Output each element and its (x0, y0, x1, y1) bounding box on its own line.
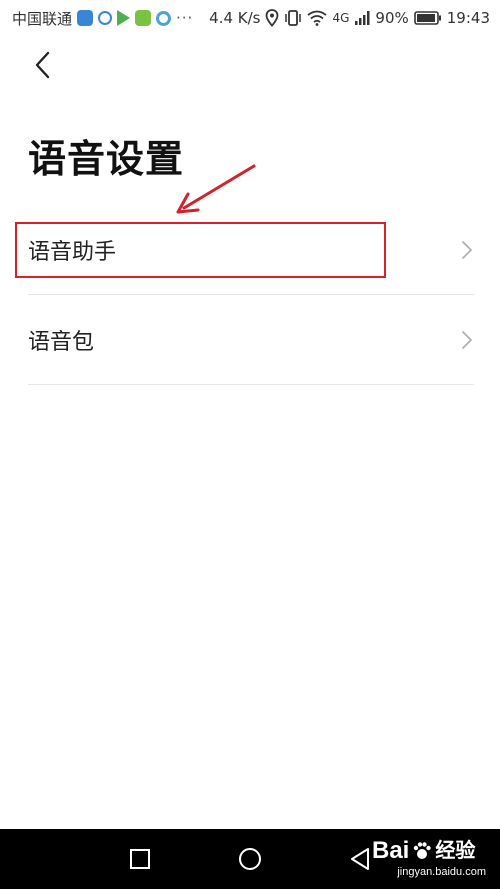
chevron-right-icon (462, 241, 472, 259)
news-app-icon (135, 10, 152, 26)
menu-item-voice-assistant[interactable]: 语音助手 (28, 218, 474, 282)
paw-app-icon (98, 11, 113, 25)
ring-app-icon (156, 10, 172, 26)
divider (28, 384, 474, 385)
back-button[interactable] (26, 48, 60, 82)
status-bar: 中国联通 ··· 4.4 K/s 4G 90% 19:43 (0, 0, 500, 36)
recent-apps-icon[interactable] (126, 845, 154, 873)
watermark-logo: Bai 经验 (372, 838, 492, 864)
more-notifications-icon: ··· (176, 9, 194, 27)
watermark-url: jingyan.baidu.com (397, 866, 486, 878)
home-icon[interactable] (236, 845, 264, 873)
watermark-suffix: 经验 (435, 840, 476, 862)
network-type: 4G (332, 11, 350, 25)
divider (28, 294, 474, 295)
shield-app-icon (77, 10, 94, 26)
status-bar-right: 4.4 K/s 4G 90% 19:43 (209, 9, 490, 27)
battery-percent: 90% (375, 9, 409, 27)
signal-icon (355, 11, 370, 25)
location-icon (266, 9, 279, 27)
status-bar-left: 中国联通 ··· (12, 8, 193, 29)
wifi-icon (307, 10, 328, 26)
menu-item-voice-pack[interactable]: 语音包 (28, 308, 474, 372)
carrier-name: 中国联通 (12, 9, 73, 28)
chevron-right-icon (462, 331, 472, 349)
menu-item-label: 语音助手 (28, 240, 117, 265)
play-app-icon (117, 10, 131, 26)
watermark-brand: Bai (372, 837, 410, 864)
paw-icon (414, 842, 432, 859)
back-triangle-icon[interactable] (347, 845, 375, 873)
battery-icon (413, 11, 441, 25)
watermark: Bai 经验 jingyan.baidu.com (372, 838, 492, 884)
page-title: 语音设置 (28, 137, 185, 181)
clock: 19:43 (446, 9, 490, 27)
vibrate-icon (285, 10, 302, 26)
chevron-left-icon (35, 51, 50, 79)
menu-item-label: 语音包 (28, 330, 95, 355)
network-speed: 4.4 K/s (209, 9, 261, 27)
